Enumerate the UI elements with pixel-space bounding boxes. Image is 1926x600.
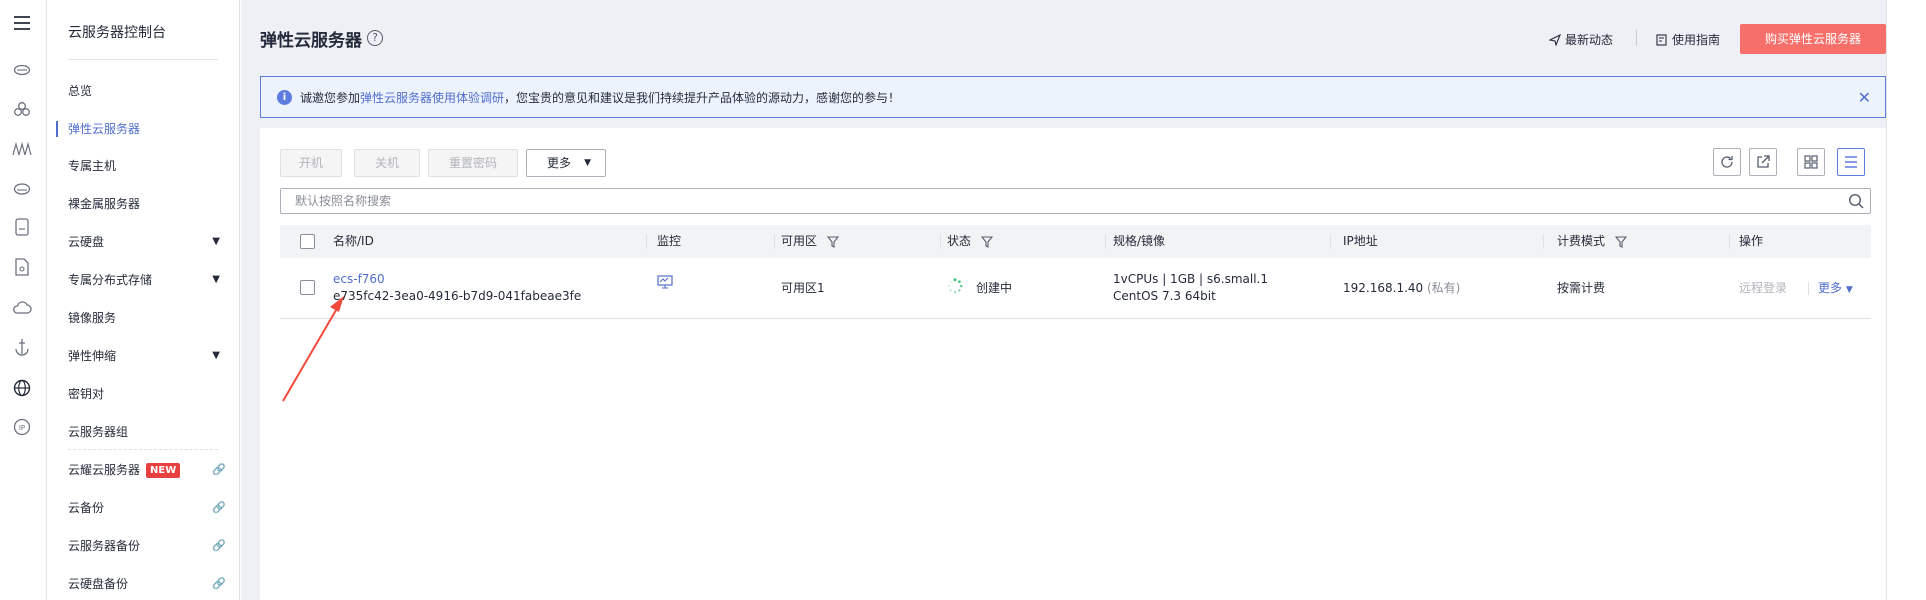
sidebar-item-hecs[interactable]: 云耀云服务器 NEW 🔗 xyxy=(68,456,240,484)
header-separator xyxy=(1636,30,1637,46)
sidebar-item-dss[interactable]: 专属分布式存储 ▼ xyxy=(68,266,240,294)
close-icon[interactable]: ✕ xyxy=(1858,88,1871,107)
anchor-icon[interactable] xyxy=(11,336,33,358)
caret-down-icon: ▼ xyxy=(212,350,220,361)
instance-id: e735fc42-3ea0-4916-b7d9-041fabeae3fe xyxy=(333,289,582,303)
latest-news-link[interactable]: 最新动态 xyxy=(1549,31,1613,48)
sidebar-divider xyxy=(68,449,218,450)
survey-notice: i 诚邀您参加弹性云服务器使用体验调研，您宝贵的意见和建议是我们持续提升产品体验… xyxy=(260,76,1886,118)
sidebar-title-divider xyxy=(68,59,218,60)
sidebar-item-disk-backup[interactable]: 云硬盘备份 🔗 xyxy=(68,570,240,598)
globe-icon[interactable] xyxy=(11,377,33,399)
caret-down-icon: ▼ xyxy=(584,158,591,168)
refresh-icon[interactable] xyxy=(1713,148,1741,176)
row-more-dropdown[interactable]: 更多 ▼ xyxy=(1818,280,1853,299)
external-link-icon: 🔗 xyxy=(212,577,226,590)
list-view-icon[interactable] xyxy=(1837,148,1865,176)
cluster-icon[interactable] xyxy=(11,98,33,120)
search-input[interactable] xyxy=(281,189,1821,213)
status-text: 创建中 xyxy=(976,281,1013,295)
column-actions: 操作 xyxy=(1739,234,1764,248)
zone-value: 可用区1 xyxy=(781,281,825,295)
info-icon: i xyxy=(277,89,292,105)
cloud-outline-icon[interactable] xyxy=(11,296,33,318)
filter-icon[interactable] xyxy=(1614,235,1627,248)
stop-button[interactable]: 关机 xyxy=(354,149,420,177)
monitor-icon[interactable] xyxy=(657,275,673,294)
new-badge: NEW xyxy=(146,463,181,478)
filter-icon[interactable] xyxy=(826,235,839,248)
caret-down-icon: ▼ xyxy=(212,274,220,285)
svg-text:IP: IP xyxy=(19,424,25,432)
grid-view-icon[interactable] xyxy=(1797,148,1825,176)
question-circle-icon[interactable]: ? xyxy=(367,30,383,46)
status-loading-icon xyxy=(947,278,963,299)
column-status: 状态 xyxy=(947,225,993,258)
sidebar-item-ims[interactable]: 镜像服务 xyxy=(68,304,240,332)
spec-value: 1vCPUs | 1GB | s6.small.1 xyxy=(1113,272,1269,286)
menu-icon[interactable] xyxy=(11,12,33,34)
ip-type: (私有) xyxy=(1426,281,1461,295)
caret-down-icon: ▼ xyxy=(212,236,220,247)
notice-text: 诚邀您参加弹性云服务器使用体验调研，您宝贵的意见和建议是我们持续提升产品体验的源… xyxy=(300,90,901,105)
right-edge-panel xyxy=(1886,0,1926,600)
instance-name-link[interactable]: ecs-f760 xyxy=(333,271,385,288)
survey-link[interactable]: 弹性云服务器使用体验调研 xyxy=(360,91,504,105)
external-link-icon: 🔗 xyxy=(212,463,226,476)
table-row: ecs-f760 e735fc42-3ea0-4916-b7d9-041fabe… xyxy=(280,258,1871,319)
ip-address: 192.168.1.40 (私有) xyxy=(1343,281,1461,295)
sidebar-item-overview[interactable]: 总览 xyxy=(68,77,240,105)
sidebar-item-keypair[interactable]: 密钥对 xyxy=(68,380,240,408)
sidebar-item-cbr[interactable]: 云备份 🔗 xyxy=(68,494,240,522)
cloud-disk-icon[interactable] xyxy=(11,178,33,200)
select-all-checkbox[interactable] xyxy=(300,234,315,249)
icon-rail: IP xyxy=(0,0,47,600)
buy-ecs-button[interactable]: 购买弹性云服务器 xyxy=(1740,24,1886,54)
search-icon[interactable] xyxy=(1848,193,1864,212)
column-monitor: 监控 xyxy=(657,234,682,248)
column-zone: 可用区 xyxy=(781,225,839,258)
export-icon[interactable] xyxy=(1749,148,1777,176)
sidebar-item-bare-metal[interactable]: 裸金属服务器 xyxy=(68,190,240,218)
column-ip: IP地址 xyxy=(1343,234,1378,248)
remote-login-link[interactable]: 远程登录 xyxy=(1739,280,1787,297)
storage-icon[interactable] xyxy=(11,216,33,238)
table-header: 名称/ID 监控 可用区 状态 规格/镜像 IP地址 计费模式 操作 xyxy=(280,225,1871,258)
column-spec: 规格/镜像 xyxy=(1113,234,1166,248)
guide-icon xyxy=(1656,33,1667,46)
sidebar-item-ecs[interactable]: 弹性云服务器 xyxy=(56,115,240,143)
sidebar: 云服务器控制台 总览 弹性云服务器 专属主机 裸金属服务器 云硬盘 ▼ 专属分布式… xyxy=(48,0,240,600)
more-actions-dropdown[interactable]: 更多 ▼ xyxy=(526,149,606,177)
column-billing: 计费模式 xyxy=(1557,225,1627,258)
sidebar-item-server-group[interactable]: 云服务器组 xyxy=(68,418,240,446)
sidebar-title: 云服务器控制台 xyxy=(68,25,166,41)
sidebar-item-dedicated-host[interactable]: 专属主机 xyxy=(68,152,240,180)
search-box xyxy=(280,188,1871,214)
sidebar-item-as[interactable]: 弹性伸缩 ▼ xyxy=(68,342,240,370)
column-name[interactable]: 名称/ID xyxy=(333,225,374,258)
action-separator xyxy=(1808,282,1809,295)
caret-down-icon: ▼ xyxy=(1845,285,1853,295)
start-button[interactable]: 开机 xyxy=(280,149,342,177)
row-checkbox[interactable] xyxy=(300,280,315,295)
ip-icon[interactable]: IP xyxy=(11,416,33,438)
cloud-icon[interactable] xyxy=(11,58,33,80)
reset-password-button[interactable]: 重置密码 xyxy=(428,149,518,177)
external-link-icon: 🔗 xyxy=(212,539,226,552)
document-icon[interactable] xyxy=(11,256,33,278)
sidebar-item-evs[interactable]: 云硬盘 ▼ xyxy=(68,228,240,256)
user-guide-link[interactable]: 使用指南 xyxy=(1656,31,1720,48)
send-icon xyxy=(1549,33,1561,46)
image-value: CentOS 7.3 64bit xyxy=(1113,289,1216,303)
page-title: 弹性云服务器 xyxy=(260,31,362,51)
waves-icon[interactable] xyxy=(11,138,33,160)
external-link-icon: 🔗 xyxy=(212,501,226,514)
sidebar-item-server-backup[interactable]: 云服务器备份 🔗 xyxy=(68,532,240,560)
filter-icon[interactable] xyxy=(980,235,993,248)
billing-mode: 按需计费 xyxy=(1557,281,1606,295)
